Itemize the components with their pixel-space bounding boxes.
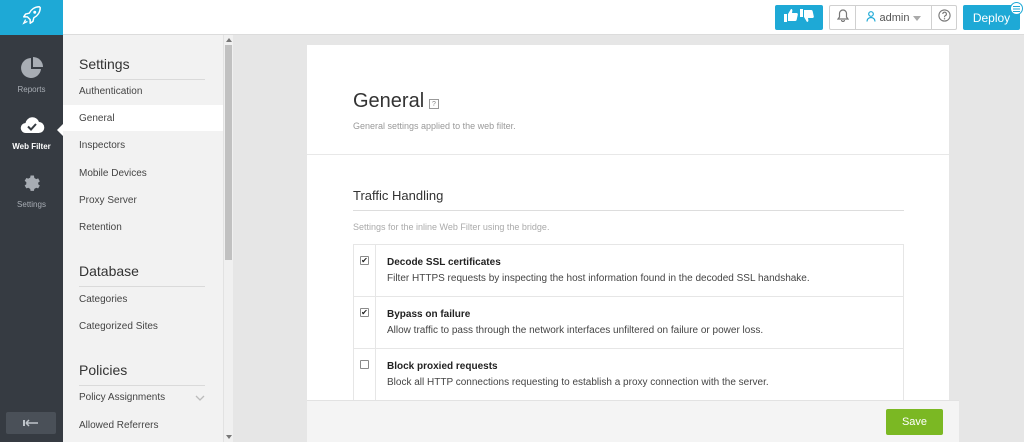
nav-item-inspectors[interactable]: Inspectors — [63, 132, 223, 158]
top-bar: admin Deploy — [63, 0, 1024, 35]
chevron-down-icon — [195, 393, 205, 404]
nav-heading-database: Database — [79, 263, 205, 287]
scroll-down-arrow[interactable] — [226, 435, 232, 439]
option-description: Filter HTTPS requests by inspecting the … — [387, 273, 810, 284]
decode-ssl-checkbox[interactable]: ✔ — [360, 256, 369, 265]
feedback-button[interactable] — [775, 5, 823, 30]
deploy-button[interactable]: Deploy — [963, 2, 1023, 30]
option-title: Bypass on failure — [387, 309, 471, 320]
user-name: admin — [879, 11, 910, 24]
nav-item-categories[interactable]: Categories — [63, 286, 223, 312]
nav-item-mobile-devices[interactable]: Mobile Devices — [63, 160, 223, 186]
option-title: Decode SSL certificates — [387, 257, 501, 268]
bell-icon — [836, 8, 849, 27]
nav-item-label: Policy Assignments — [79, 391, 166, 403]
rocket-icon — [21, 4, 43, 31]
list-icon — [1010, 2, 1023, 15]
help-button[interactable] — [932, 6, 956, 29]
notifications-button[interactable] — [830, 6, 856, 29]
option-description: Allow traffic to pass through the networ… — [387, 325, 764, 336]
user-icon — [865, 10, 876, 25]
section-subtitle: Settings for the inline Web Filter using… — [353, 222, 550, 232]
settings-nav: Settings Authentication General Inspecto… — [63, 35, 223, 442]
settings-card: General ? General settings applied to th… — [307, 45, 949, 442]
card-header: General ? General settings applied to th… — [307, 45, 949, 155]
options-list: ✔ Decode SSL certificates Filter HTTPS r… — [353, 244, 904, 402]
nav-item-general[interactable]: General — [63, 105, 223, 131]
option-decode-ssl: ✔ Decode SSL certificates Filter HTTPS r… — [354, 245, 903, 297]
footer-bar: Save — [307, 400, 959, 442]
app-rail: Reports Web Filter Settings — [0, 0, 63, 442]
scroll-thumb[interactable] — [225, 45, 232, 260]
thumbs-down-icon — [800, 8, 814, 27]
nav-heading-policies: Policies — [79, 362, 205, 386]
save-button[interactable]: Save — [886, 409, 943, 435]
option-description: Block all HTTP connections requesting to… — [387, 377, 769, 388]
rail-item-label: Web Filter — [12, 141, 51, 151]
collapse-rail-button[interactable] — [6, 412, 56, 434]
option-block-proxied: Block proxied requests Block all HTTP co… — [354, 349, 903, 401]
caret-down-icon — [913, 12, 922, 24]
rail-item-reports[interactable]: Reports — [0, 45, 63, 103]
user-menu[interactable]: admin — [856, 6, 932, 29]
thumbs-up-icon — [784, 8, 798, 27]
block-proxied-checkbox[interactable] — [360, 360, 369, 369]
page-subtitle: General settings applied to the web filt… — [353, 121, 516, 131]
bypass-on-failure-checkbox[interactable]: ✔ — [360, 308, 369, 317]
nav-scrollbar[interactable] — [223, 35, 233, 442]
collapse-icon — [23, 414, 39, 432]
pie-chart-icon — [19, 55, 45, 81]
gear-icon — [19, 170, 45, 196]
help-icon[interactable]: ? — [429, 99, 439, 109]
user-toolbar: admin — [829, 5, 957, 30]
nav-item-authentication[interactable]: Authentication — [63, 78, 223, 104]
deploy-label: Deploy — [972, 10, 1011, 25]
option-title: Block proxied requests — [387, 361, 498, 372]
cloud-check-icon — [19, 112, 45, 138]
question-circle-icon — [937, 8, 951, 27]
nav-item-proxy-server[interactable]: Proxy Server — [63, 187, 223, 213]
app-logo[interactable] — [0, 0, 63, 35]
nav-item-policy-assignments[interactable]: Policy Assignments — [63, 384, 223, 410]
section-title: Traffic Handling — [353, 188, 904, 211]
rail-item-label: Reports — [17, 84, 46, 94]
rail-item-settings[interactable]: Settings — [0, 160, 63, 218]
nav-item-categorized-sites[interactable]: Categorized Sites — [63, 313, 223, 339]
nav-heading-settings: Settings — [79, 56, 205, 80]
rail-item-label: Settings — [17, 199, 46, 209]
option-bypass-on-failure: ✔ Bypass on failure Allow traffic to pas… — [354, 297, 903, 349]
rail-item-web-filter[interactable]: Web Filter — [0, 102, 63, 160]
scroll-up-arrow[interactable] — [226, 38, 232, 42]
page-title: General — [353, 90, 425, 112]
nav-item-retention[interactable]: Retention — [63, 214, 223, 240]
nav-item-allowed-referrers[interactable]: Allowed Referrers — [63, 412, 223, 438]
